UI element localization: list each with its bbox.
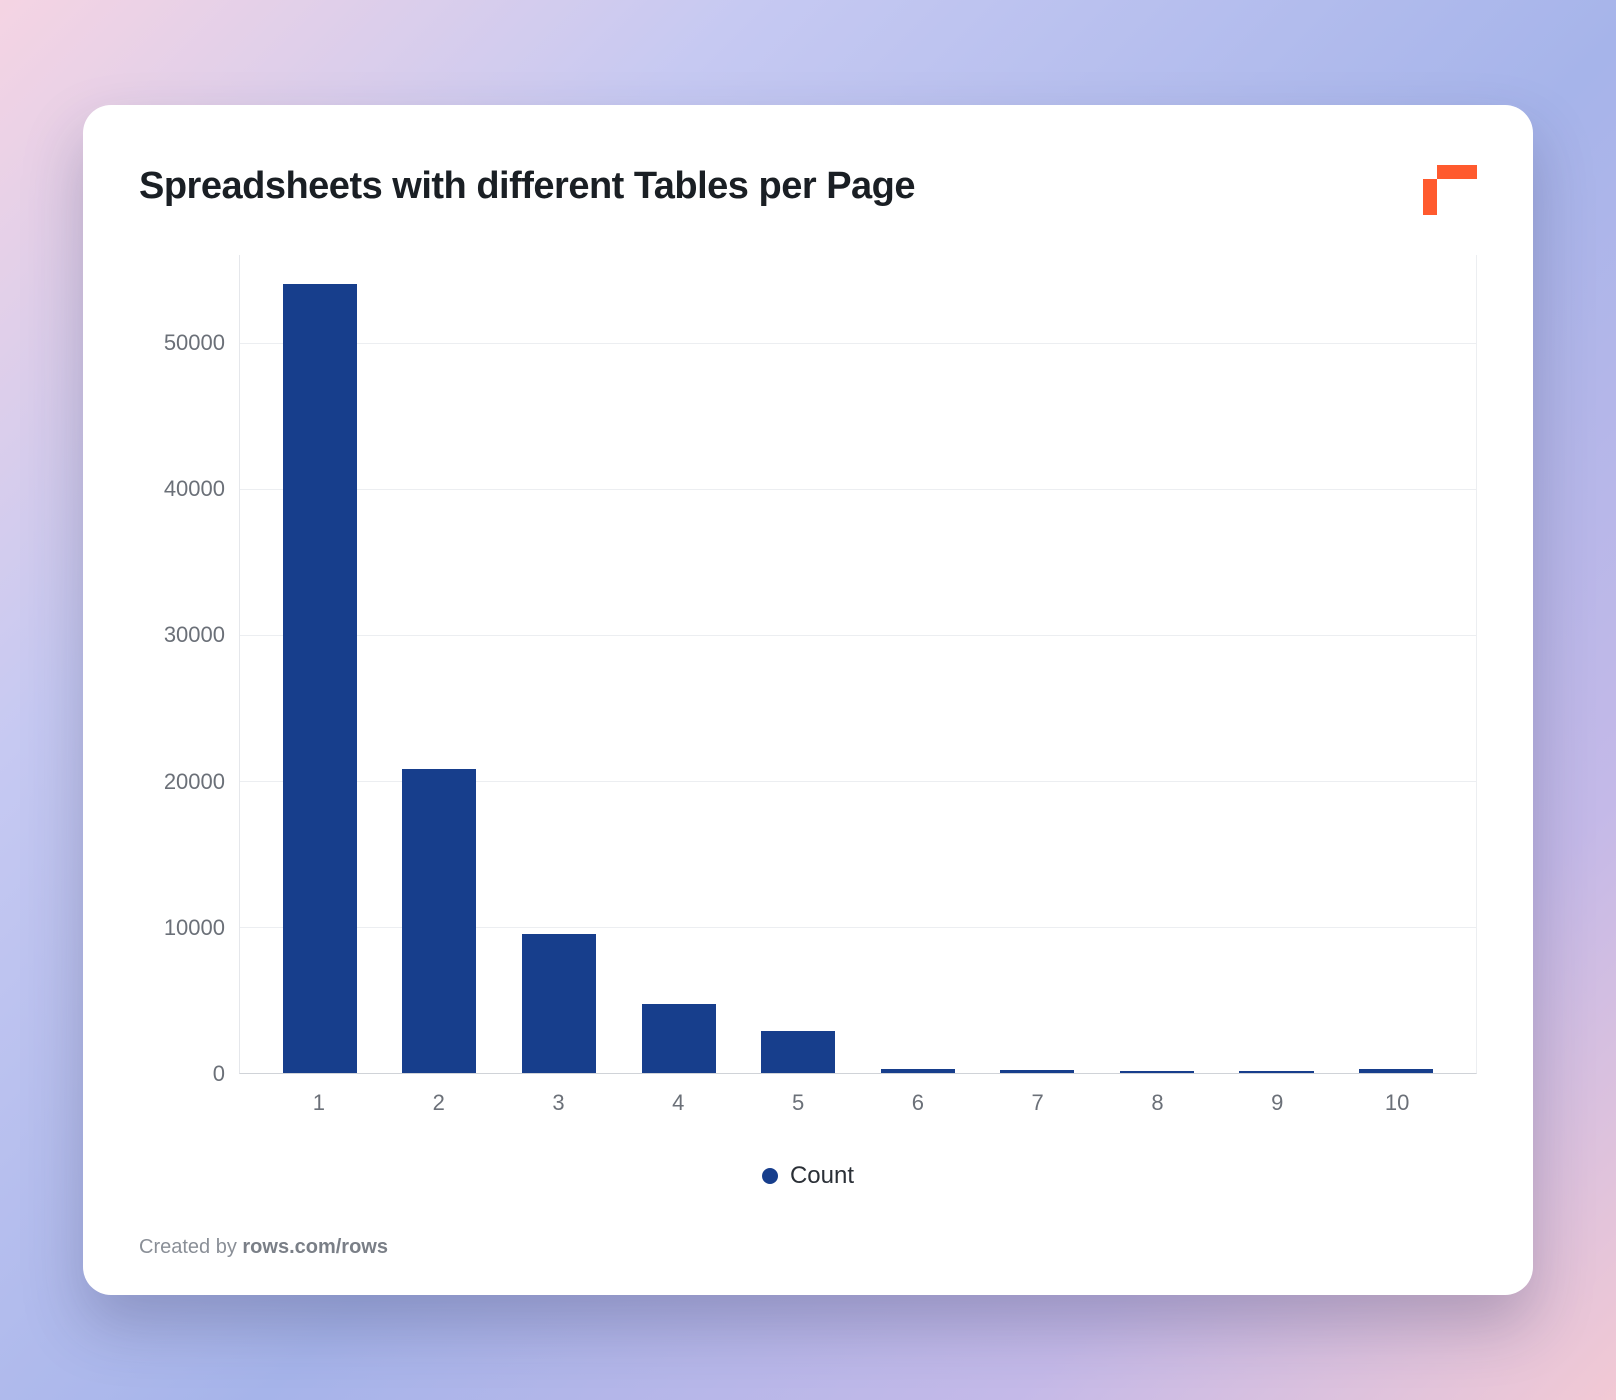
legend-label: Count [790,1162,854,1190]
bar-slot [619,255,739,1073]
x-tick-label: 7 [978,1090,1098,1116]
x-tick-label: 10 [1337,1090,1457,1116]
bar [881,1069,955,1073]
bar-slot [978,255,1098,1073]
chart-title: Spreadsheets with different Tables per P… [139,165,915,208]
bar [1120,1071,1194,1073]
chart-area: 0 10000 20000 30000 40000 50000 12345678910 C… [139,215,1477,1190]
attribution-footer: Created by rows.com/rows [139,1236,1477,1259]
bar-slot [1097,255,1217,1073]
bar [283,284,357,1073]
bar-slot [738,255,858,1073]
x-tick-label: 3 [499,1090,619,1116]
bar-slot [1217,255,1337,1073]
x-tick-label: 5 [738,1090,858,1116]
bar-slot [499,255,619,1073]
card-header: Spreadsheets with different Tables per P… [139,165,1477,215]
footer-link[interactable]: rows.com/rows [242,1236,388,1258]
rows-logo-icon [1407,165,1477,215]
chart-card: Spreadsheets with different Tables per P… [83,105,1533,1295]
bar-slot [380,255,500,1073]
x-tick-label: 4 [618,1090,738,1116]
bar [761,1031,835,1073]
x-tick-label: 9 [1217,1090,1337,1116]
y-axis: 01000020000300004000050000 [139,255,239,1074]
bar-slot [260,255,380,1073]
plot-area [239,255,1477,1074]
x-tick-label: 1 [259,1090,379,1116]
x-tick-label: 2 [379,1090,499,1116]
legend: Count [139,1162,1477,1190]
bar [1000,1070,1074,1073]
bar [1239,1071,1313,1073]
bar [1359,1069,1433,1073]
x-tick-label: 8 [1098,1090,1218,1116]
y-tick-label: 20000 [164,769,225,795]
bars-container [240,255,1476,1073]
bar [642,1004,716,1073]
y-tick-label: 40000 [164,476,225,502]
bar-slot [858,255,978,1073]
y-tick-label: 50000 [164,330,225,356]
bar-slot [1336,255,1456,1073]
footer-prefix: Created by [139,1236,242,1258]
x-tick-label: 6 [858,1090,978,1116]
bar [522,934,596,1073]
x-axis: 12345678910 [239,1074,1477,1116]
legend-swatch-icon [762,1168,778,1184]
y-tick-label: 10000 [164,915,225,941]
bar [402,769,476,1073]
y-tick-label: 30000 [164,622,225,648]
y-tick-label: 0 [213,1061,225,1087]
